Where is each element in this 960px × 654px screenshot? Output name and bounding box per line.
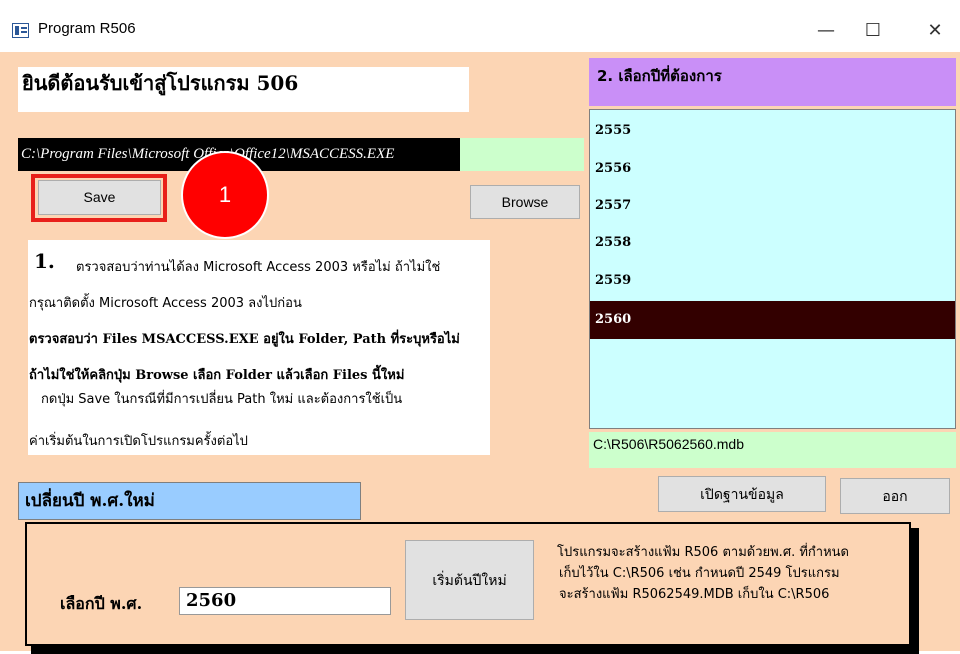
instruction-line-2: กรุณาติดตั้ง Microsoft Access 2003 ลงไปก… [29,296,302,311]
year-input-label: เลือกปี พ.ศ. [60,594,143,613]
year-item-2560[interactable]: 2560 [590,301,955,339]
app-form-icon [12,23,29,38]
change-year-title: เปลี่ยนปี พ.ศ.ใหม่ [18,482,361,520]
note-line-2: เก็บไว้ใน C:\R506 เช่น กำหนดปี 2549 โปรแ… [559,566,840,581]
instruction-line-5: กดปุ่ม Save ในกรณีที่มีการเปลี่ยน Path ใ… [41,392,403,407]
new-year-note: โปรแกรมจะสร้างแฟ้ม R506 ตามด้วยพ.ศ. ที่ก… [557,542,897,605]
save-highlight-box [31,174,167,222]
open-database-button[interactable]: เปิดฐานข้อมูล [658,476,826,512]
welcome-title: ยินดีต้อนรับเข้าสู่โปรแกรม 506 [18,67,469,112]
year-item-2555[interactable]: 2555 [590,112,955,150]
year-input[interactable]: 2560 [179,587,391,615]
year-item-2556[interactable]: 2556 [590,150,955,188]
step-badge: 1 [181,151,269,239]
year-list-header: 2. เลือกปีที่ต้องการ [589,58,956,106]
browse-button[interactable]: Browse [470,185,580,219]
instruction-line-1: ตรวจสอบว่าท่านได้ลง Microsoft Access 200… [76,260,441,275]
year-item-2558[interactable]: 2558 [590,224,955,262]
note-line-1: โปรแกรมจะสร้างแฟ้ม R506 ตามด้วยพ.ศ. ที่ก… [557,545,849,560]
instruction-line-3: ตรวจสอบว่า Files MSACCESS.EXE อยู่ใน Fol… [29,332,460,347]
instructions-panel: 1. ตรวจสอบว่าท่านได้ลง Microsoft Access … [28,240,490,455]
instruction-line-6: ค่าเริ่มต้นในการเปิดโปรแกรมครั้งต่อไป [29,434,248,449]
maximize-button[interactable]: ☐ [851,14,895,48]
db-path-field[interactable]: C:\R506\R5062560.mdb [589,432,956,468]
instruction-line-4: ถ้าไม่ใช่ให้คลิกปุ่ม Browse เลือก Folder… [29,368,405,383]
year-listbox[interactable]: 2555 2556 2557 2558 2559 2560 [589,109,956,429]
window-title: Program R506 [38,20,136,37]
year-item-2557[interactable]: 2557 [590,187,955,225]
close-button[interactable]: ✕ [913,14,957,48]
note-line-3: จะสร้างแฟ้ม R5062549.MDB เก็บใน C:\R506 [559,587,830,602]
minimize-button[interactable]: — [804,14,848,48]
exe-path-field[interactable]: C:\Program Files\Microsoft Office\Office… [18,138,584,171]
step-number: 1. [34,249,55,273]
exit-button[interactable]: ออก [840,478,950,514]
start-new-year-button[interactable]: เริ่มต้นปีใหม่ [405,540,534,620]
year-item-2559[interactable]: 2559 [590,262,955,300]
title-bar: Program R506 — ☐ ✕ [0,0,960,52]
form-body: ยินดีต้อนรับเข้าสู่โปรแกรม 506 C:\Progra… [0,52,960,654]
